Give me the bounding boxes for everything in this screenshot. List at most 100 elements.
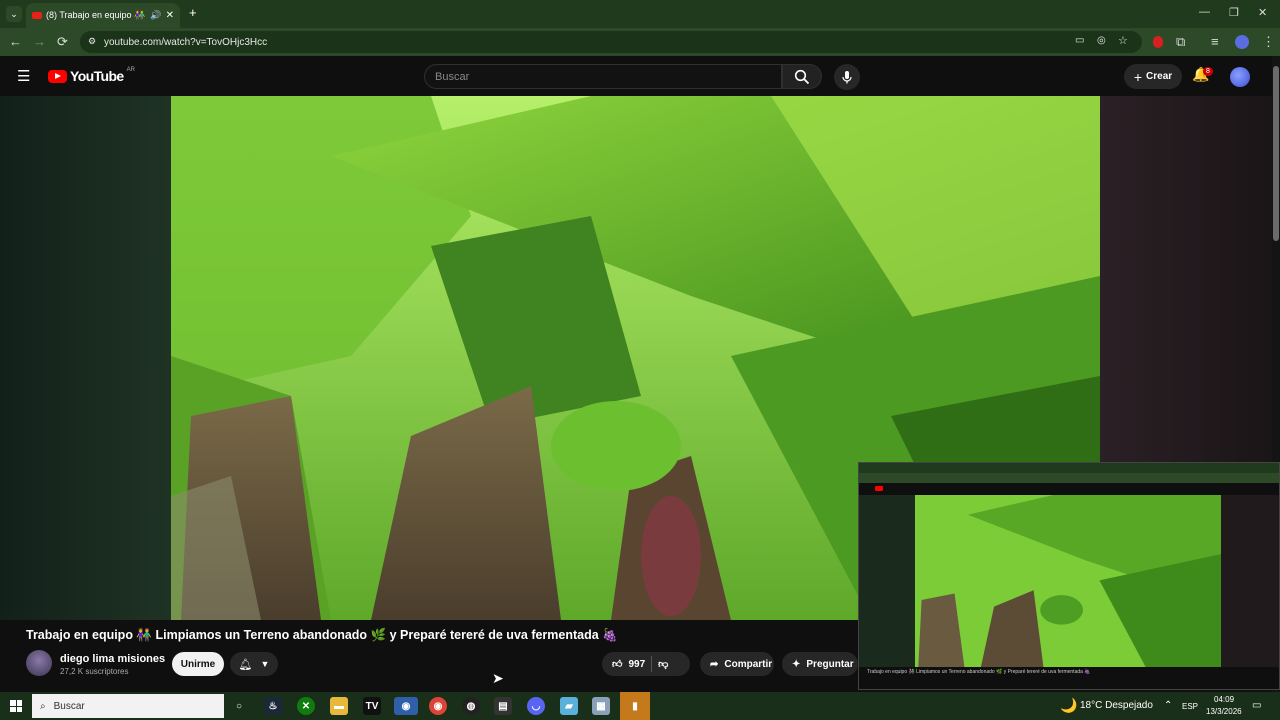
share-button[interactable]: ➦ Compartir	[700, 652, 774, 676]
notification-settings-button[interactable]: 🔔︎ ▼	[230, 652, 278, 676]
weather-moon-icon[interactable]: 🌙	[1060, 697, 1077, 714]
reload-icon[interactable]: ⟳	[57, 34, 68, 50]
bookmark-star-icon[interactable]: ☆	[1118, 34, 1128, 47]
weather-text[interactable]: 18°C Despejado	[1080, 700, 1153, 711]
ambient-left	[0, 96, 171, 620]
tradingview-icon[interactable]: TV	[363, 697, 381, 715]
profile-avatar-icon[interactable]	[1235, 35, 1249, 49]
extensions-puzzle-icon[interactable]: ⧉	[1176, 34, 1185, 50]
cortana-icon[interactable]: ○	[230, 697, 248, 715]
tab-search-chevron-icon[interactable]: ⌄	[6, 6, 22, 22]
share-arrow-icon: ➦	[710, 658, 719, 670]
tab-close-icon[interactable]: ✕	[166, 10, 174, 21]
steam-icon[interactable]: ♨	[264, 697, 282, 715]
clock-time[interactable]: 04:09	[1214, 695, 1234, 704]
youtube-wordmark: YouTube	[70, 68, 124, 84]
create-label: Crear	[1146, 71, 1173, 82]
minimize-icon[interactable]: —	[1199, 6, 1210, 18]
new-tab-button[interactable]: +	[189, 5, 197, 20]
preview-youtube-header	[859, 483, 1279, 495]
url-text: youtube.com/watch?v=TovOHjc3Hcc	[104, 36, 268, 48]
chrome-icon[interactable]: ◉	[429, 697, 447, 715]
notes-app-icon[interactable]: ▰	[560, 697, 578, 715]
browser-tab-youtube[interactable]: (8) Trabajo en equipo 👫 🔊 ✕	[26, 3, 180, 28]
task-manager-icon[interactable]: ▤	[494, 697, 512, 715]
like-dislike-group: 👍︎ 997 👎︎	[602, 652, 690, 676]
discord-icon[interactable]: ◡	[527, 697, 545, 715]
extension-red-icon[interactable]	[1153, 36, 1163, 48]
generic-app-icon[interactable]: ▦	[592, 697, 610, 715]
youtube-favicon-icon	[32, 12, 42, 19]
taskbar-search-placeholder: Buscar	[53, 700, 85, 712]
search-icon: ⌕	[40, 700, 46, 712]
account-avatar[interactable]	[1230, 67, 1250, 87]
ask-button[interactable]: ✦ Preguntar	[782, 652, 858, 676]
ask-label: Preguntar	[806, 658, 854, 670]
language-indicator[interactable]: ESP	[1182, 702, 1198, 711]
tray-expand-icon[interactable]: ⌃	[1164, 700, 1172, 711]
divider	[651, 656, 653, 672]
search-input[interactable]: Buscar	[424, 64, 782, 89]
youtube-header: ☰ YouTube AR Buscar + Crear 🔔 8	[0, 56, 1280, 96]
cast-icon[interactable]: ▭	[1075, 35, 1084, 46]
browser-tab-strip: ⌄ (8) Trabajo en equipo 👫 🔊 ✕ + — ❐ ✕	[0, 0, 1280, 28]
preview-video-title: Trabajo en equipo 👫 Limpiamos un Terreno…	[867, 669, 1091, 675]
media-control-icon[interactable]: ≡	[1211, 34, 1219, 49]
channel-avatar[interactable]	[26, 650, 52, 676]
create-button[interactable]: + Crear	[1124, 64, 1182, 89]
like-count[interactable]: 997	[628, 659, 645, 670]
preview-youtube-logo	[875, 486, 883, 491]
subscriber-count: 27,2 K suscriptores	[60, 667, 129, 676]
window-close-icon[interactable]: ✕	[1258, 6, 1267, 19]
taskbar-search-box[interactable]: ⌕ Buscar	[32, 694, 224, 718]
forward-arrow-icon[interactable]: →	[33, 34, 46, 49]
thumbs-up-icon[interactable]: 👍︎	[612, 658, 622, 670]
chevron-down-icon: ▼	[260, 659, 270, 669]
youtube-play-icon	[48, 69, 67, 83]
file-explorer-icon[interactable]: ▬	[330, 697, 348, 715]
search-button[interactable]	[782, 64, 822, 89]
chrome-active-icon[interactable]: ◉	[394, 697, 418, 715]
xbox-icon[interactable]: ✕	[297, 697, 315, 715]
clock-date[interactable]: 13/3/2026	[1206, 707, 1242, 716]
preview-tab-strip	[859, 463, 1279, 473]
bell-outline-icon: 🔔︎	[238, 658, 253, 671]
thumbs-down-icon[interactable]: 👎︎	[658, 658, 668, 670]
hamburger-menu-icon[interactable]: ☰	[17, 67, 30, 85]
obs-icon[interactable]: ◍	[462, 697, 480, 715]
preview-ambient-left	[859, 495, 915, 667]
preview-toolbar	[859, 473, 1279, 483]
tab-audio-icon[interactable]: 🔊	[150, 10, 161, 21]
preview-ambient-right	[1221, 495, 1279, 667]
country-code: AR	[126, 67, 135, 73]
notification-badge: 8	[1203, 67, 1213, 76]
share-label: Compartir	[724, 658, 773, 670]
preview-video	[915, 495, 1221, 667]
browser-toolbar: ← → ⟳ ⚙ youtube.com/watch?v=TovOHjc3Hcc …	[0, 28, 1280, 56]
plus-icon: +	[1133, 68, 1143, 85]
windows-start-icon[interactable]	[10, 700, 22, 712]
youtube-logo[interactable]: YouTube AR	[48, 67, 135, 84]
browser-tab-title: (8) Trabajo en equipo 👫	[46, 10, 146, 20]
restore-icon[interactable]: ❐	[1229, 6, 1239, 19]
hide-eye-icon[interactable]: ◎	[1097, 35, 1106, 46]
scrollbar-thumb[interactable]	[1273, 66, 1279, 241]
microphone-icon	[842, 71, 852, 84]
chrome-menu-icon[interactable]: ⋮	[1262, 34, 1275, 50]
windows-taskbar: ⌕ Buscar ○ ♨ ✕ ▬ TV ◉ ◉ ◍ ▤ ◡ ▰ ▦ ▮ 🌙 18…	[0, 692, 1280, 720]
voice-search-button[interactable]	[834, 64, 860, 90]
back-arrow-icon[interactable]: ←	[9, 34, 22, 49]
site-info-icon[interactable]: ⚙	[88, 36, 96, 47]
channel-name[interactable]: diego lima misiones	[60, 653, 165, 665]
video-title: Trabajo en equipo 👫 Limpiamos un Terreno…	[26, 628, 618, 642]
join-button[interactable]: Unirme	[172, 652, 224, 676]
screen-preview-window[interactable]: Trabajo en equipo 👫 Limpiamos un Terreno…	[858, 462, 1280, 690]
mouse-pointer-icon: ➤	[492, 670, 504, 686]
sparkle-icon: ✦	[792, 658, 801, 670]
search-placeholder: Buscar	[435, 70, 470, 83]
game-app-icon[interactable]: ▮	[620, 692, 650, 720]
search-icon	[794, 69, 810, 84]
notification-center-icon[interactable]: ▭	[1252, 700, 1261, 711]
address-bar[interactable]: ⚙ youtube.com/watch?v=TovOHjc3Hcc ▭ ◎ ☆	[80, 31, 1142, 53]
preview-video-image	[915, 495, 1221, 667]
